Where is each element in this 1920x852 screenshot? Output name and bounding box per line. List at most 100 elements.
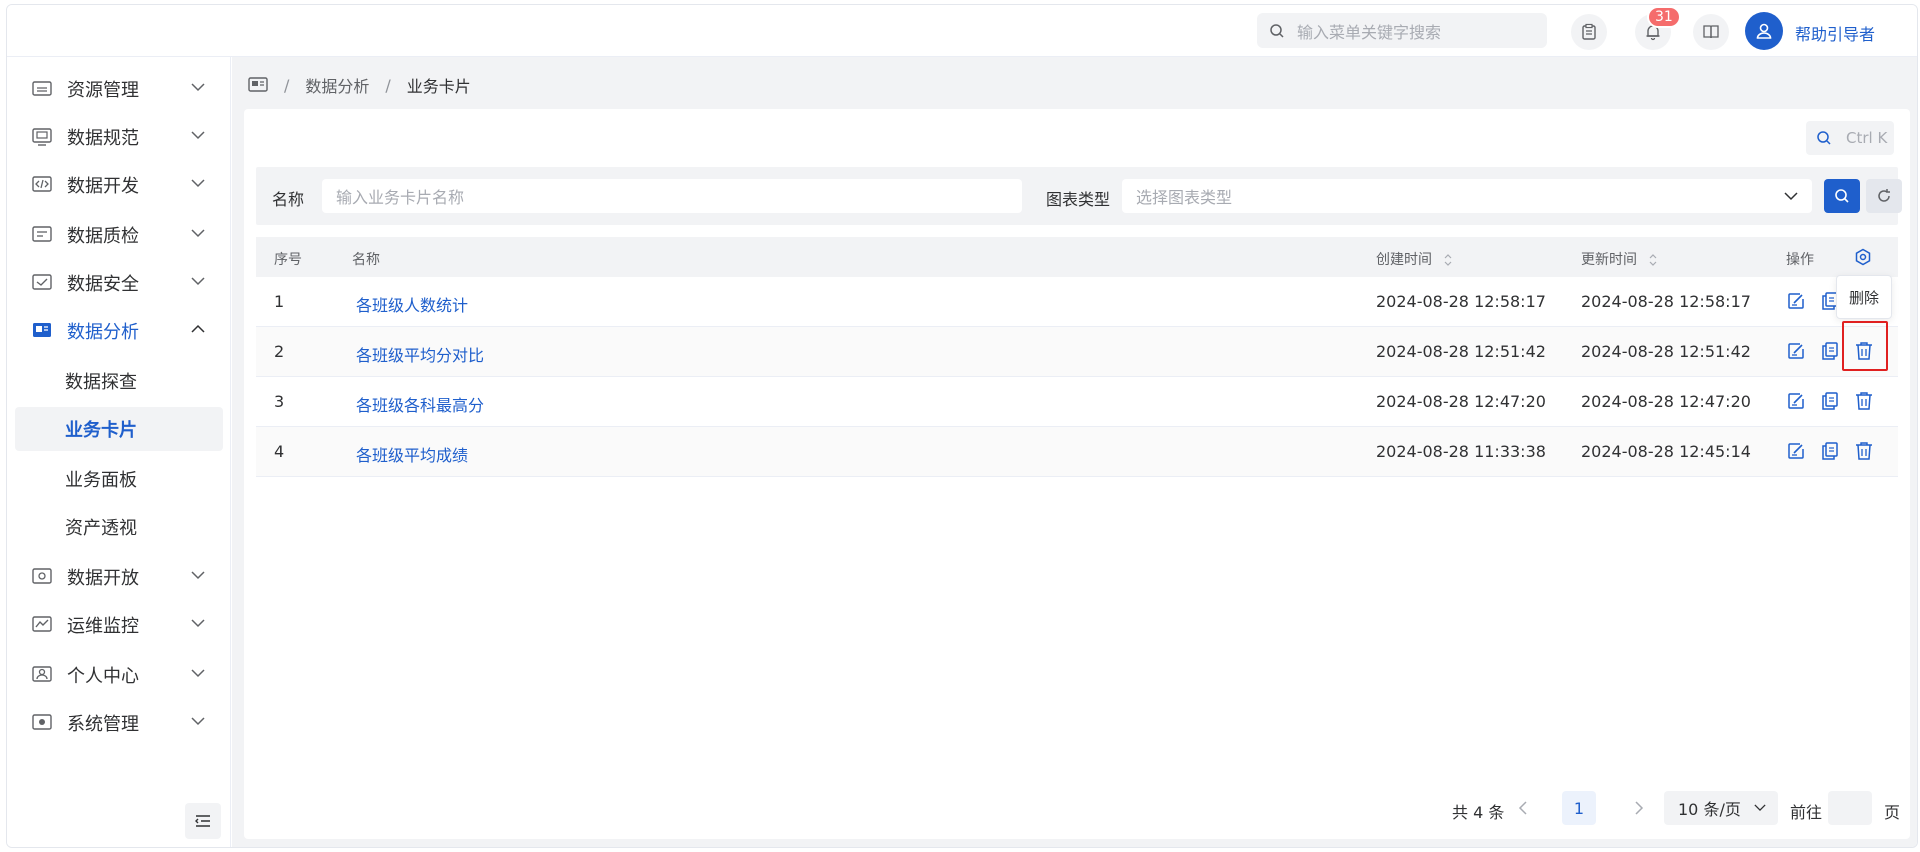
edit-icon[interactable] bbox=[1786, 291, 1806, 311]
row-name-link[interactable]: 各班级平均分对比 bbox=[356, 342, 484, 366]
breadcrumb-separator: / bbox=[385, 75, 391, 95]
row-updated: 2024-08-28 12:47:20 bbox=[1581, 392, 1751, 411]
page-jump-input[interactable] bbox=[1828, 791, 1872, 825]
search-button[interactable] bbox=[1824, 179, 1860, 213]
chevron-down-icon bbox=[191, 571, 205, 580]
column-ops: 操作 bbox=[1786, 252, 1814, 268]
column-created-label: 创建时间 bbox=[1376, 252, 1432, 268]
sidebar-item-security[interactable]: 数据安全 bbox=[15, 261, 223, 305]
row-name-link[interactable]: 各班级人数统计 bbox=[356, 292, 468, 316]
chevron-down-icon bbox=[1754, 804, 1766, 811]
sidebar-item-user-center[interactable]: 个人中心 bbox=[15, 653, 223, 697]
chevron-down-icon bbox=[1784, 192, 1798, 201]
guide-book-button[interactable] bbox=[1693, 14, 1729, 50]
sidebar-item-develop[interactable]: 数据开发 bbox=[15, 163, 223, 207]
top-header: 输入菜单关键字搜索 31 帮助引导者 bbox=[7, 5, 1917, 57]
page-size-select[interactable]: 10 条/页 bbox=[1664, 791, 1778, 825]
refresh-icon bbox=[1878, 189, 1890, 202]
quality-icon bbox=[32, 226, 52, 242]
content-card: Ctrl K 名称 输入业务卡片名称 图表类型 选择图表类型 序号 名称 创建时… bbox=[244, 109, 1910, 839]
chevron-up-icon bbox=[191, 324, 205, 333]
column-updated[interactable]: 更新时间 bbox=[1581, 249, 1657, 269]
delete-icon[interactable] bbox=[1854, 391, 1874, 411]
sidebar-collapse-button[interactable] bbox=[185, 803, 221, 839]
monitor-icon bbox=[32, 616, 52, 632]
sidebar-item-open[interactable]: 数据开放 bbox=[15, 555, 223, 599]
clipboard-button[interactable] bbox=[1571, 14, 1607, 50]
search-icon bbox=[1835, 189, 1849, 203]
sidebar: 资源管理 数据规范 数据开发 数据质检 数据安全 数据分析 数据探查 业务卡片 … bbox=[7, 57, 231, 847]
sidebar-item-label: 数据分析 bbox=[67, 322, 139, 343]
table-row: 4 各班级平均成绩 2024-08-28 11:33:38 2024-08-28… bbox=[256, 427, 1898, 477]
main-content: / 数据分析 / 业务卡片 Ctrl K 名称 输入业务卡片名称 图表类型 选择… bbox=[232, 57, 1917, 847]
delete-icon[interactable] bbox=[1854, 441, 1874, 461]
row-created: 2024-08-28 12:51:42 bbox=[1376, 342, 1546, 361]
sidebar-item-label: 数据安全 bbox=[67, 274, 139, 295]
sidebar-item-label: 数据质检 bbox=[67, 226, 139, 247]
row-created: 2024-08-28 12:58:17 bbox=[1376, 292, 1546, 311]
row-created: 2024-08-28 12:47:20 bbox=[1376, 392, 1546, 411]
delete-highlight-box bbox=[1842, 321, 1888, 371]
chevron-left-icon[interactable] bbox=[1518, 800, 1528, 816]
delete-tooltip: 删除 bbox=[1836, 275, 1892, 319]
chevron-down-icon bbox=[191, 619, 205, 628]
pagination-page-current[interactable]: 1 bbox=[1562, 791, 1596, 825]
user-avatar[interactable] bbox=[1745, 12, 1783, 50]
row-name-link[interactable]: 各班级各科最高分 bbox=[356, 392, 484, 416]
sidebar-item-label: 资源管理 bbox=[67, 80, 139, 101]
clipboard-icon bbox=[1582, 23, 1596, 40]
collapse-menu-icon bbox=[195, 815, 210, 827]
user-name[interactable]: 帮助引导者 bbox=[1795, 21, 1875, 45]
user-center-icon bbox=[32, 666, 52, 682]
chevron-down-icon bbox=[191, 717, 205, 726]
analysis-icon bbox=[33, 323, 51, 337]
sidebar-item-standard[interactable]: 数据规范 bbox=[15, 115, 223, 159]
breadcrumb-analysis[interactable]: 数据分析 bbox=[305, 73, 369, 97]
row-updated: 2024-08-28 12:45:14 bbox=[1581, 442, 1751, 461]
sidebar-item-label: 个人中心 bbox=[67, 666, 139, 687]
quick-search-button[interactable]: Ctrl K bbox=[1806, 121, 1894, 155]
resource-icon bbox=[32, 81, 52, 96]
pagination-total: 共 4 条 bbox=[1452, 803, 1505, 822]
sidebar-item-monitor[interactable]: 运维监控 bbox=[15, 603, 223, 647]
standard-icon bbox=[32, 128, 52, 146]
user-icon bbox=[1756, 23, 1772, 39]
sidebar-item-label: 数据规范 bbox=[67, 128, 139, 149]
reset-button[interactable] bbox=[1866, 179, 1902, 213]
home-icon[interactable] bbox=[248, 76, 268, 94]
name-filter-label: 名称 bbox=[272, 190, 305, 209]
sidebar-item-label: 系统管理 bbox=[67, 714, 139, 735]
chevron-down-icon bbox=[191, 229, 205, 238]
copy-icon[interactable] bbox=[1820, 341, 1840, 361]
edit-icon[interactable] bbox=[1786, 341, 1806, 361]
sort-icon bbox=[1445, 254, 1452, 266]
search-placeholder: 输入菜单关键字搜索 bbox=[1297, 22, 1442, 42]
sidebar-subitem-explore[interactable]: 数据探查 bbox=[15, 359, 223, 403]
breadcrumb-separator: / bbox=[284, 75, 290, 95]
open-icon bbox=[32, 568, 52, 584]
column-created[interactable]: 创建时间 bbox=[1376, 249, 1452, 269]
copy-icon[interactable] bbox=[1820, 391, 1840, 411]
edit-icon[interactable] bbox=[1786, 391, 1806, 411]
chevron-right-icon[interactable] bbox=[1634, 800, 1644, 816]
sidebar-item-resource[interactable]: 资源管理 bbox=[15, 67, 223, 111]
row-name-link[interactable]: 各班级平均成绩 bbox=[356, 442, 468, 466]
column-settings-icon[interactable] bbox=[1854, 248, 1872, 266]
chevron-down-icon bbox=[191, 131, 205, 140]
sidebar-item-system[interactable]: 系统管理 bbox=[15, 701, 223, 745]
chart-type-select[interactable]: 选择图表类型 bbox=[1122, 179, 1812, 213]
search-icon bbox=[1817, 131, 1831, 145]
sidebar-subitem-business-card[interactable]: 业务卡片 bbox=[15, 407, 223, 451]
edit-icon[interactable] bbox=[1786, 441, 1806, 461]
sidebar-item-analysis[interactable]: 数据分析 bbox=[15, 309, 223, 353]
chevron-down-icon bbox=[191, 277, 205, 286]
pagination: 共 4 条 1 10 条/页 前往 页 bbox=[244, 791, 1910, 825]
sidebar-subitem-asset-perspective[interactable]: 资产透视 bbox=[15, 505, 223, 549]
system-icon bbox=[32, 714, 52, 730]
name-filter-input[interactable]: 输入业务卡片名称 bbox=[322, 179, 1022, 213]
menu-search-input[interactable]: 输入菜单关键字搜索 bbox=[1257, 13, 1547, 48]
sidebar-item-quality[interactable]: 数据质检 bbox=[15, 213, 223, 257]
sidebar-subitem-business-panel[interactable]: 业务面板 bbox=[15, 457, 223, 501]
copy-icon[interactable] bbox=[1820, 441, 1840, 461]
breadcrumb-current: 业务卡片 bbox=[406, 77, 471, 96]
